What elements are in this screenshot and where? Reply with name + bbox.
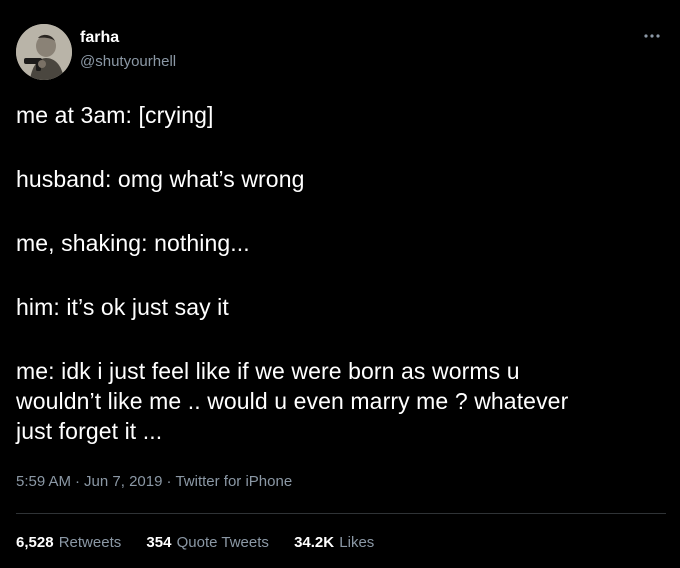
tweet-stats: 6,528 Retweets 354 Quote Tweets 34.2K Li… [16, 533, 395, 553]
retweets-label: Retweets [58, 534, 122, 551]
tweet-source[interactable]: Twitter for iPhone [175, 473, 292, 490]
tweet-line: me: idk i just feel like if we were born… [16, 358, 569, 444]
likes-count: 34.2K [294, 534, 335, 551]
tweet-time[interactable]: 5:59 AM [16, 473, 71, 490]
retweets-stat[interactable]: 6,528 Retweets [16, 533, 121, 553]
tweet-line: him: it’s ok just say it [16, 294, 229, 320]
tweet-line: me, shaking: nothing... [16, 230, 250, 256]
likes-label: Likes [339, 534, 375, 551]
quote-tweets-label: Quote Tweets [176, 534, 269, 551]
avatar-photo-icon [16, 24, 72, 80]
tweet-header: farha @shutyourhell [16, 24, 666, 84]
more-options-button[interactable] [640, 26, 666, 46]
avatar[interactable] [16, 24, 72, 80]
quote-tweets-stat[interactable]: 354 Quote Tweets [146, 533, 268, 553]
meta-separator: · [166, 473, 172, 490]
tweet-meta: 5:59 AM · Jun 7, 2019 · Twitter for iPhone [16, 472, 292, 492]
divider [16, 513, 666, 514]
author-handle[interactable]: @shutyourhell [80, 52, 176, 72]
tweet: farha @shutyourhell me at 3am: [crying] … [0, 0, 680, 568]
tweet-date[interactable]: Jun 7, 2019 [84, 473, 162, 490]
retweets-count: 6,528 [16, 534, 54, 551]
author-display-name[interactable]: farha [80, 28, 176, 48]
tweet-text: me at 3am: [crying] husband: omg what’s … [16, 100, 656, 446]
author-names: farha @shutyourhell [80, 28, 176, 72]
tweet-line: me at 3am: [crying] [16, 102, 214, 128]
ellipsis-icon [644, 34, 660, 38]
likes-stat[interactable]: 34.2K Likes [294, 533, 374, 553]
quote-tweets-count: 354 [146, 534, 172, 551]
tweet-line: husband: omg what’s wrong [16, 166, 305, 192]
meta-separator: · [75, 473, 81, 490]
